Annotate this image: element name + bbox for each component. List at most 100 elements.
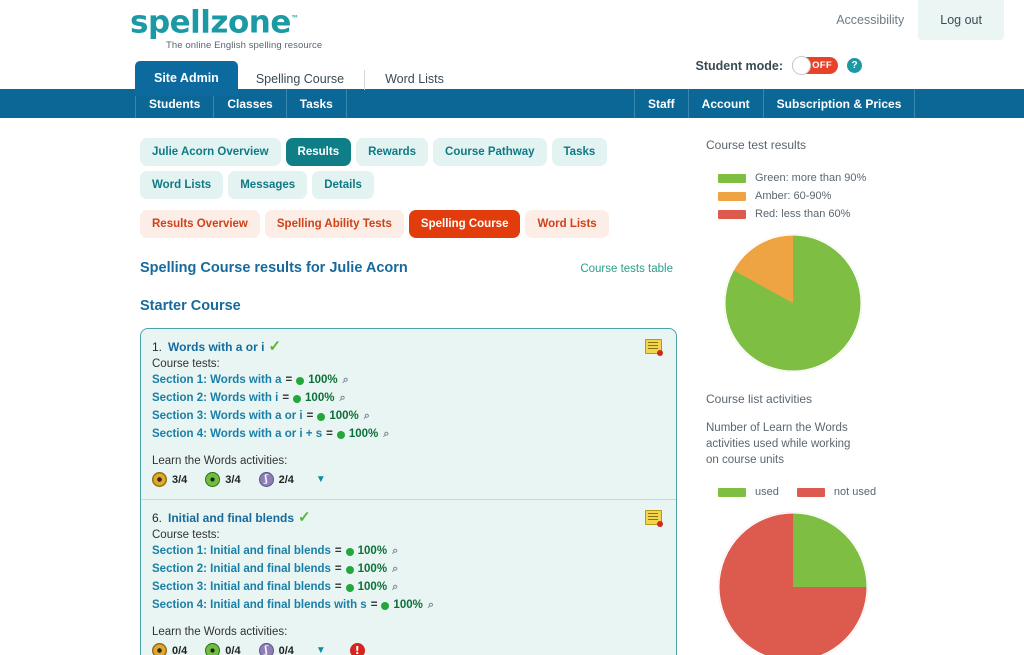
help-icon[interactable]: ? <box>847 58 862 73</box>
activity-item[interactable]: ʃ 2/4 <box>259 472 294 487</box>
section-link[interactable]: Section 3: Initial and final blends <box>152 580 331 595</box>
course-test-results-title: Course test results <box>706 138 1006 152</box>
certificate-icon[interactable] <box>645 510 662 525</box>
status-dot-green <box>346 566 354 574</box>
legend-item: not used <box>797 486 876 498</box>
unit-title[interactable]: Words with a or i <box>168 340 264 354</box>
activity-item[interactable]: 3/4 <box>205 472 240 487</box>
magnifier-icon[interactable]: ⌕ <box>392 580 398 595</box>
toggle-state-label: OFF <box>812 60 832 71</box>
course-tests-table-link[interactable]: Course tests table <box>580 263 673 275</box>
status-dot-green <box>293 395 301 403</box>
magnifier-icon[interactable]: ⌕ <box>392 544 398 559</box>
equals-sign: = <box>335 544 342 559</box>
unit-title[interactable]: Initial and final blends <box>168 511 294 525</box>
activity-item[interactable]: ʃ 0/4 <box>259 643 294 655</box>
section-link[interactable]: Section 4: Words with a or i + s <box>152 427 322 442</box>
magnifier-icon[interactable]: ⌕ <box>343 373 349 388</box>
target-icon <box>152 643 167 655</box>
chevron-down-icon[interactable]: ▼ <box>316 474 326 485</box>
pill-details[interactable]: Details <box>312 171 374 199</box>
section-link[interactable]: Section 3: Words with a or i <box>152 409 303 424</box>
course-name-heading: Starter Course <box>140 298 685 314</box>
activities-legend: used not used <box>718 486 1006 498</box>
check-icon: ✓ <box>268 341 281 353</box>
tab-spelling-course[interactable]: Spelling Course <box>238 63 362 96</box>
section-score: 100% <box>358 580 387 595</box>
pill-tasks[interactable]: Tasks <box>552 138 608 166</box>
student-mode-toggle[interactable]: OFF <box>792 57 838 74</box>
chevron-down-icon[interactable]: ▼ <box>316 645 326 655</box>
legend-item: Red: less than 60% <box>718 208 1006 220</box>
pill-word-lists[interactable]: Word Lists <box>140 171 223 199</box>
legend-swatch-green <box>718 174 746 183</box>
ear-icon: ʃ <box>259 472 274 487</box>
student-mode-label: Student mode: <box>696 59 784 73</box>
section-link[interactable]: Section 4: Initial and final blends with… <box>152 598 367 613</box>
activities-label: Learn the Words activities: <box>152 626 662 638</box>
pill-messages[interactable]: Messages <box>228 171 307 199</box>
accessibility-link[interactable]: Accessibility <box>822 0 918 40</box>
unit-number: 1. <box>152 340 162 354</box>
certificate-icon[interactable] <box>645 339 662 354</box>
section-result-row: Section 1: Initial and final blends = 10… <box>152 544 662 559</box>
left-column: Julie Acorn Overview Results Rewards Cou… <box>140 118 685 655</box>
unit-heading: 6. Initial and final blends ✓ <box>152 511 662 525</box>
test-results-legend: Green: more than 90% Amber: 60-90% Red: … <box>718 172 1006 220</box>
unit-heading: 1. Words with a or i ✓ <box>152 340 662 354</box>
activity-item[interactable]: 3/4 <box>152 472 187 487</box>
right-sidebar: Course test results Green: more than 90%… <box>706 118 1006 655</box>
section-score: 100% <box>349 427 378 442</box>
pill-results[interactable]: Results <box>286 138 352 166</box>
tab-site-admin[interactable]: Site Admin <box>135 61 238 96</box>
pill-julie-acorn-overview[interactable]: Julie Acorn Overview <box>140 138 281 166</box>
primary-nav-right: Staff Account Subscription & Prices <box>634 89 915 118</box>
section-result-row: Section 4: Initial and final blends with… <box>152 598 662 613</box>
pill-results-overview[interactable]: Results Overview <box>140 210 260 238</box>
magnifier-icon[interactable]: ⌕ <box>392 562 398 577</box>
pill-course-pathway[interactable]: Course Pathway <box>433 138 546 166</box>
unit-number: 6. <box>152 511 162 525</box>
magnifier-icon[interactable]: ⌕ <box>383 427 389 442</box>
check-icon: ✓ <box>298 512 311 524</box>
student-mode-control: Student mode: OFF ? <box>696 57 863 74</box>
section-link[interactable]: Section 1: Words with a <box>152 373 282 388</box>
section-result-row: Section 4: Words with a or i + s = 100% … <box>152 427 662 442</box>
activity-count: 3/4 <box>172 474 187 486</box>
activity-item[interactable]: 0/4 <box>205 643 240 655</box>
page-title: Spelling Course results for Julie Acorn <box>140 260 408 276</box>
pill-word-lists-results[interactable]: Word Lists <box>525 210 608 238</box>
course-unit: 1. Words with a or i ✓ Course tests: Sec… <box>141 329 676 500</box>
logout-button[interactable]: Log out <box>918 0 1004 40</box>
top-right-actions: Accessibility Log out <box>822 0 1004 40</box>
target-icon <box>152 472 167 487</box>
section-score: 100% <box>393 598 422 613</box>
nav-item-account[interactable]: Account <box>689 89 764 118</box>
magnifier-icon[interactable]: ⌕ <box>364 409 370 424</box>
course-list-activities-pie-chart <box>718 512 868 655</box>
nav-item-staff[interactable]: Staff <box>634 89 689 118</box>
tab-word-lists[interactable]: Word Lists <box>367 63 462 96</box>
activities-label: Learn the Words activities: <box>152 455 662 467</box>
logo[interactable]: spellzone™ The online English spelling r… <box>130 2 322 51</box>
nav-item-subscription-prices[interactable]: Subscription & Prices <box>764 89 916 118</box>
page-root: spellzone™ The online English spelling r… <box>0 0 1024 655</box>
alert-icon[interactable]: ! <box>350 643 365 655</box>
activity-count: 2/4 <box>279 474 294 486</box>
section-link[interactable]: Section 1: Initial and final blends <box>152 544 331 559</box>
activity-item[interactable]: 0/4 <box>152 643 187 655</box>
equals-sign: = <box>307 409 314 424</box>
pill-spelling-course[interactable]: Spelling Course <box>409 210 521 238</box>
course-units-panel[interactable]: 1. Words with a or i ✓ Course tests: Sec… <box>140 328 677 655</box>
section-link[interactable]: Section 2: Words with i <box>152 391 278 406</box>
equals-sign: = <box>335 580 342 595</box>
magnifier-icon[interactable]: ⌕ <box>428 598 434 613</box>
section-link[interactable]: Section 2: Initial and final blends <box>152 562 331 577</box>
section-score: 100% <box>305 391 334 406</box>
pill-spelling-ability-tests[interactable]: Spelling Ability Tests <box>265 210 404 238</box>
section-result-row: Section 1: Words with a = 100% ⌕ <box>152 373 662 388</box>
pill-rewards[interactable]: Rewards <box>356 138 428 166</box>
certificate-lines <box>648 342 658 350</box>
magnifier-icon[interactable]: ⌕ <box>339 391 345 406</box>
ball-icon <box>205 472 220 487</box>
